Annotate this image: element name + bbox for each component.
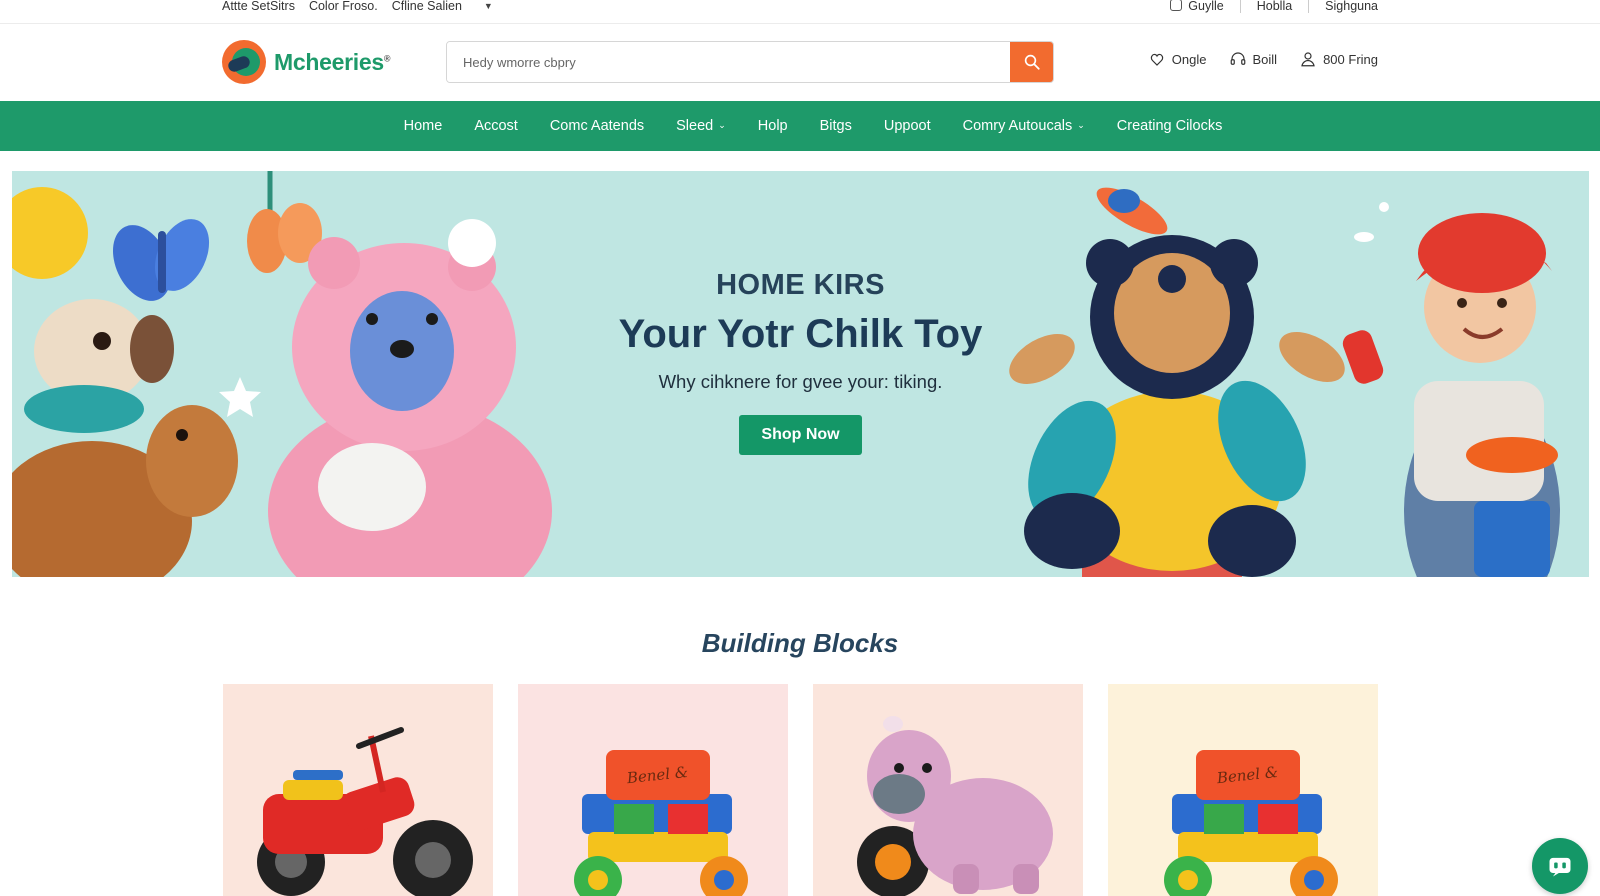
search-icon	[1024, 54, 1040, 70]
nav-item-bitgs[interactable]: Bitgs	[820, 118, 852, 134]
utility-link[interactable]: Cfline Salien	[392, 0, 462, 13]
site-header: Mcheeries® Ongle Boill 800 Fring	[0, 24, 1600, 102]
store-icon	[1170, 0, 1183, 11]
wish-icon	[1150, 53, 1164, 66]
account-label: 800 Fring	[1323, 51, 1378, 67]
product-card[interactable]: Benel &	[1108, 684, 1378, 896]
utility-bar: Attte SetSitrs Color Froso. Cfline Salie…	[0, 0, 1600, 24]
chat-icon	[1549, 857, 1571, 877]
hero-eyebrow: HOME KIRS	[716, 269, 885, 301]
hero-banner: HOME KIRS Your Yotr Chilk Toy Why cihkne…	[12, 171, 1589, 577]
search-button[interactable]	[1010, 42, 1053, 82]
headset-icon	[1230, 52, 1245, 65]
nav-item-accost[interactable]: Accost	[474, 118, 518, 134]
divider	[1308, 0, 1310, 13]
pompom-shape	[12, 187, 88, 279]
utility-link-guylle[interactable]: Guylle	[1170, 0, 1224, 13]
search-bar	[446, 41, 1054, 83]
nav-item-comry-autoucals[interactable]: Comry Autoucals ⌄	[963, 118, 1085, 134]
building-block-vehicle-image: Benel &	[1164, 750, 1338, 896]
utility-links-right: Guylle Hoblla Sighguna	[1170, 0, 1378, 13]
nav-label: Comc Aatends	[549, 118, 645, 134]
user-icon	[1301, 52, 1315, 67]
brand-text: Mcheeries	[274, 48, 384, 75]
utility-link[interactable]: Attte SetSitrs	[222, 0, 295, 13]
utility-link[interactable]: Color Froso.	[309, 0, 378, 13]
caret-down-icon[interactable]: ▼	[484, 1, 493, 11]
registered-mark: ®	[383, 52, 391, 63]
shop-now-button[interactable]: Shop Now	[739, 415, 862, 455]
bird-toy-shape	[1096, 187, 1168, 235]
support-link[interactable]: Boill	[1229, 50, 1278, 68]
product-card[interactable]	[813, 684, 1083, 896]
nav-item-comc-aatends[interactable]: Comc Aatends	[550, 118, 644, 134]
utility-link-label: Guylle	[1188, 0, 1224, 13]
nav-label: Home	[403, 118, 443, 134]
product-card[interactable]	[223, 684, 493, 896]
utility-links-left: Attte SetSitrs Color Froso. Cfline Salie…	[222, 0, 493, 13]
nav-item-home[interactable]: Home	[404, 118, 443, 134]
nav-item-creating-cilocks[interactable]: Creating Cilocks	[1117, 118, 1223, 134]
nav-label: Uppoot	[883, 118, 931, 134]
brand-name: Mcheeries®	[274, 49, 390, 76]
utility-link[interactable]: Sighguna	[1325, 0, 1378, 13]
ride-on-bike-image	[257, 727, 473, 896]
nav-label: Sleed	[676, 118, 714, 134]
nav-label: Bitgs	[819, 118, 852, 134]
nav-item-holp[interactable]: Holp	[758, 118, 788, 134]
divider	[1239, 0, 1241, 13]
wishlist-link[interactable]: Ongle	[1148, 50, 1207, 68]
nav-label: Comry Autoucals	[962, 118, 1073, 134]
building-block-vehicle-image: Benel &	[574, 750, 748, 896]
main-nav: Home Accost Comc Aatends Sleed ⌄ Holp Bit…	[0, 101, 1600, 151]
logo[interactable]: Mcheeries®	[222, 40, 390, 84]
nav-item-sleed[interactable]: Sleed ⌄	[676, 118, 726, 134]
hero-title: Your Yotr Chilk Toy	[618, 312, 983, 356]
hero-subtitle: Why cihknere for gvee your: tiking.	[658, 371, 943, 392]
nav-label: Accost	[474, 118, 518, 134]
chevron-down-icon: ⌄	[718, 120, 726, 130]
nav-label: Creating Cilocks	[1116, 118, 1223, 134]
hero-content: HOME KIRS Your Yotr Chilk Toy Why cihkne…	[12, 269, 1589, 455]
logo-mark-icon	[222, 40, 266, 84]
chat-button[interactable]	[1532, 838, 1588, 894]
header-actions: Ongle Boill 800 Fring	[1148, 50, 1378, 68]
chevron-down-icon: ⌄	[1077, 120, 1085, 130]
support-label: Boill	[1252, 51, 1278, 67]
search-input[interactable]	[447, 42, 1010, 82]
product-grid: Benel & Benel &	[223, 684, 1378, 896]
utility-link[interactable]: Hoblla	[1257, 0, 1292, 13]
product-card[interactable]: Benel &	[518, 684, 788, 896]
account-link[interactable]: 800 Fring	[1299, 50, 1378, 68]
section-title: Building Blocks	[701, 628, 899, 658]
wishlist-label: Ongle	[1171, 51, 1207, 67]
plush-cow-image	[857, 716, 1053, 896]
nav-label: Holp	[757, 118, 788, 134]
nav-item-uppoot[interactable]: Uppoot	[884, 118, 931, 134]
